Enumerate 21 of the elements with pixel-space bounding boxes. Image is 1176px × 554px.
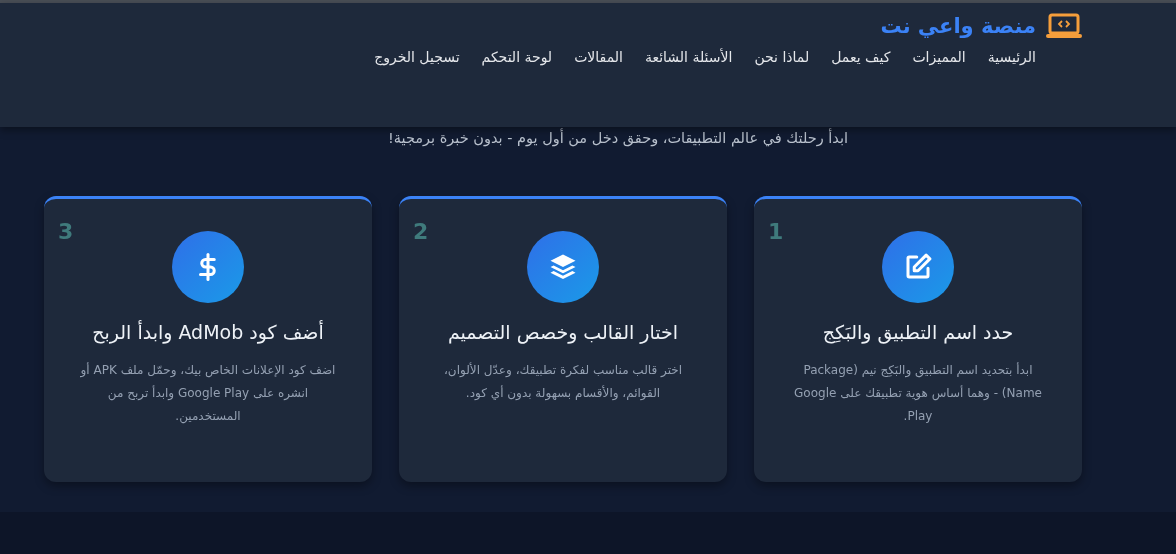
nav-link[interactable]: المقالات xyxy=(574,49,623,65)
step-description: ابدأ بتحديد اسم التطبيق والبَكِج نيم (Package Name) - وهما أساس هوية تطبيقك على Google Play. xyxy=(793,361,1043,425)
step-number: 1 xyxy=(768,219,784,244)
layers-icon xyxy=(548,252,578,282)
step-number: 2 xyxy=(413,219,429,244)
step-title: اختار القالب وخصص التصميم xyxy=(447,321,679,343)
step-description: اختر قالب مناسب لفكرة تطبيقك، وعدّل الألوان، القوائم، والأقسام بسهولة بدون أي كود. xyxy=(443,361,683,403)
nav-link[interactable]: تسجيل الخروج xyxy=(374,49,460,65)
laptop-code-icon xyxy=(1046,13,1082,39)
step-title: أضف كود AdMob وابدأ الربح xyxy=(92,321,324,343)
step-number: 3 xyxy=(58,219,74,244)
step-title: حدد اسم التطبيق والبَكِج xyxy=(822,321,1014,343)
nav-link[interactable]: لماذا نحن xyxy=(754,49,810,65)
section-subtitle: ابدأ رحلتك في عالم التطبيقات، وحقق دخل من أول يوم - بدون خبرة برمجية! xyxy=(387,130,849,146)
nav-link[interactable]: كيف يعمل xyxy=(831,49,891,65)
nav-link[interactable]: الأسئلة الشائعة xyxy=(644,49,733,65)
brand-name[interactable]: منصة واعي نت xyxy=(880,14,1036,38)
step-description: اضف كود الإعلانات الخاص بيك، وحمّل ملف APK أو انشره على Google Play وابدأ تربح من المستخدمين. xyxy=(79,361,337,426)
nav-link[interactable]: المميزات xyxy=(912,49,966,65)
nav-link[interactable]: الرئيسية xyxy=(987,49,1036,65)
nav-link[interactable]: لوحة التحكم xyxy=(481,49,553,65)
